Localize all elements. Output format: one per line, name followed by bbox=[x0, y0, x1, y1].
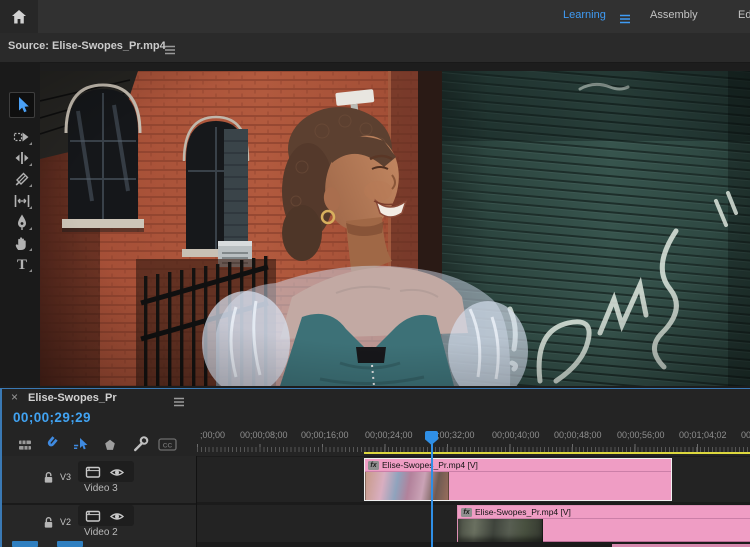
timeline-clip-v2[interactable]: fx Elise-Swopes_Pr.mp4 [V] bbox=[457, 505, 750, 542]
wrench-icon[interactable] bbox=[132, 435, 149, 457]
timeline-focus-border bbox=[0, 388, 750, 389]
track-output-eye-icon-v2[interactable] bbox=[109, 510, 125, 528]
track-select-forward-tool[interactable] bbox=[10, 127, 34, 147]
home-button[interactable] bbox=[0, 0, 38, 33]
source-panel-header: Source: Elise-Swopes_Pr.mp4 bbox=[0, 33, 750, 63]
ruler-label: ;00;00 bbox=[200, 430, 225, 440]
track-output-eye-icon-v3[interactable] bbox=[109, 466, 125, 484]
ruler-label: 00; bbox=[741, 430, 750, 440]
track-lock-icon-v3[interactable] bbox=[42, 470, 55, 489]
source-monitor-video[interactable] bbox=[40, 71, 750, 386]
video-frame bbox=[40, 71, 750, 386]
ruler-label: 00;00;16;00 bbox=[301, 430, 349, 440]
playhead-timecode[interactable]: 00;00;29;29 bbox=[13, 410, 91, 425]
ruler-label: 00;00;48;00 bbox=[554, 430, 602, 440]
type-icon: T bbox=[12, 254, 32, 274]
clip-body bbox=[365, 472, 671, 500]
snap-magnet-icon[interactable] bbox=[43, 435, 60, 457]
clip-body bbox=[458, 519, 750, 542]
workspace-tab-learning[interactable]: Learning bbox=[563, 9, 606, 21]
closed-captions-icon[interactable]: CC bbox=[158, 438, 177, 456]
sync-lock-icon-v2[interactable] bbox=[85, 510, 101, 528]
razor-tool[interactable] bbox=[10, 169, 34, 189]
workspace-tab-assembly[interactable]: Assembly bbox=[650, 9, 698, 21]
add-marker-icon[interactable] bbox=[103, 438, 117, 457]
source-patch-v1-button[interactable] bbox=[12, 541, 38, 547]
razor-icon bbox=[12, 169, 32, 189]
pen-tool[interactable] bbox=[10, 212, 34, 232]
timeline-ruler[interactable]: ;00;00 00;00;08;00 00;00;16;00 00;00;24;… bbox=[197, 430, 750, 442]
premiere-app-window: Learning Assembly Editing Source: Elise-… bbox=[0, 0, 750, 547]
tools-panel: T bbox=[0, 62, 40, 386]
home-icon bbox=[10, 8, 28, 26]
slip-icon bbox=[12, 191, 32, 211]
pen-icon bbox=[12, 212, 32, 232]
hand-icon bbox=[12, 233, 32, 253]
clip-title-bar: fx Elise-Swopes_Pr.mp4 [V] bbox=[365, 459, 671, 472]
track-select-icon bbox=[12, 127, 32, 147]
timeline-clip-v3[interactable]: fx Elise-Swopes_Pr.mp4 [V] bbox=[364, 458, 672, 501]
timeline-tab-title[interactable]: Elise-Swopes_Pr bbox=[28, 392, 117, 404]
app-header-bar: Learning Assembly Editing bbox=[0, 0, 750, 34]
track-name-v3[interactable]: Video 3 bbox=[84, 483, 118, 494]
track-id-v2[interactable]: V2 bbox=[60, 517, 71, 527]
svg-text:CC: CC bbox=[163, 442, 173, 449]
hand-tool[interactable] bbox=[10, 233, 34, 253]
workspace-tab-editing[interactable]: Editing bbox=[738, 9, 750, 21]
fx-badge-icon: fx bbox=[368, 461, 379, 470]
clip-thumbnail bbox=[365, 472, 449, 500]
playhead-line bbox=[431, 444, 433, 547]
track-id-v3[interactable]: V3 bbox=[60, 472, 71, 482]
fx-badge-icon: fx bbox=[461, 508, 472, 517]
render-bar-yellow bbox=[364, 452, 750, 454]
ruler-label: 00;00;24;00 bbox=[365, 430, 413, 440]
ruler-label: 00;01;04;02 bbox=[679, 430, 727, 440]
source-panel-title: Source: Elise-Swopes_Pr.mp4 bbox=[8, 40, 166, 52]
selection-tool[interactable] bbox=[9, 92, 35, 118]
ruler-label: 00;00;08;00 bbox=[240, 430, 288, 440]
ruler-label: 00;00;56;00 bbox=[617, 430, 665, 440]
slip-tool[interactable] bbox=[10, 191, 34, 211]
track-target-v1-button[interactable] bbox=[57, 541, 83, 547]
track-lock-icon-v2[interactable] bbox=[42, 515, 55, 534]
workspace-menu-icon[interactable] bbox=[619, 11, 631, 29]
linked-selection-icon[interactable] bbox=[72, 436, 89, 457]
selection-cursor-icon bbox=[12, 95, 32, 115]
ruler-label: 00;00;40;00 bbox=[492, 430, 540, 440]
clip-title-bar: fx Elise-Swopes_Pr.mp4 [V] bbox=[458, 506, 750, 519]
type-tool[interactable]: T bbox=[10, 254, 34, 274]
track-name-v2[interactable]: Video 2 bbox=[84, 527, 118, 538]
clip-thumbnail bbox=[458, 519, 543, 542]
sync-lock-icon-v3[interactable] bbox=[85, 466, 101, 484]
svg-text:T: T bbox=[17, 257, 27, 273]
timeline-tab-close-icon[interactable]: × bbox=[11, 391, 18, 403]
timeline-settings-icon[interactable] bbox=[17, 437, 33, 458]
timeline-panel-menu-icon[interactable] bbox=[173, 394, 185, 412]
ripple-edit-icon bbox=[12, 148, 32, 168]
clip-label: Elise-Swopes_Pr.mp4 [V] bbox=[475, 507, 571, 517]
ripple-edit-tool[interactable] bbox=[10, 148, 34, 168]
source-panel-menu-icon[interactable] bbox=[164, 42, 176, 60]
clip-label: Elise-Swopes_Pr.mp4 [V] bbox=[382, 460, 478, 470]
